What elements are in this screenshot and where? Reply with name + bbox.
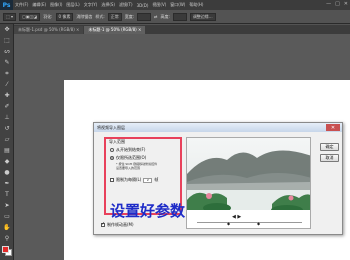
- trim-slider[interactable]: [197, 222, 302, 223]
- ok-button[interactable]: 确定: [320, 143, 339, 151]
- maximize-icon[interactable]: □: [335, 1, 340, 7]
- instruction-caption: 设置好参数: [110, 202, 186, 220]
- move-icon[interactable]: ✥: [2, 25, 12, 34]
- timeline-controls: ◀ ▶ ◆ ◆: [187, 211, 310, 228]
- width-label: 宽度:: [124, 13, 135, 19]
- option-all-frames[interactable]: 从开始到结束(F): [110, 147, 145, 153]
- dialog-close-button[interactable]: ✕: [326, 124, 340, 131]
- width-input[interactable]: [137, 12, 152, 21]
- video-preview: ◀ ▶ ◆ ◆: [186, 137, 311, 229]
- menu-layer[interactable]: 图层(L): [64, 2, 81, 8]
- height-input[interactable]: [172, 12, 187, 21]
- app-logo: Ps: [0, 0, 13, 10]
- pen-icon[interactable]: ✒: [2, 179, 12, 188]
- play-controls[interactable]: ◀ ▶: [232, 214, 241, 220]
- menu-file[interactable]: 文件(F): [13, 2, 30, 8]
- option-selected-range-label: 仅限所选范围(O): [116, 155, 147, 160]
- path-select-icon[interactable]: ➤: [2, 201, 12, 210]
- menu-help[interactable]: 帮助(H): [187, 2, 205, 8]
- dialog-title: 将视频导入图层: [97, 124, 125, 130]
- cancel-button[interactable]: 取消: [320, 154, 339, 162]
- document-tabs: 未标题-1.psd @ 50% (RGB/8) × 未标题-1 @ 50% (R…: [14, 25, 350, 34]
- stamp-icon[interactable]: ⊥: [2, 113, 12, 122]
- limit-frames-checkbox[interactable]: [110, 178, 114, 182]
- limit-frames-label: 限制为每隔(L): [116, 177, 142, 182]
- feather-label: 羽化:: [43, 13, 53, 19]
- limit-frames-input[interactable]: 2: [143, 177, 153, 183]
- close-icon[interactable]: ✕: [344, 1, 348, 7]
- limit-frames-unit: 帧: [154, 177, 159, 182]
- menu-select[interactable]: 选择(S): [99, 2, 117, 8]
- tab-document-1[interactable]: 未标题-1.psd @ 50% (RGB/8) ×: [14, 26, 84, 34]
- limit-frames-row: 限制为每隔(L) 2 帧: [110, 177, 158, 183]
- dialog-title-bar: 将视频导入图层 ✕: [94, 123, 342, 132]
- quick-select-icon[interactable]: ✎: [2, 58, 12, 67]
- feather-input[interactable]: 0 像素: [55, 12, 74, 21]
- toolbox: ✥ ⬚ ᔕ ✎ ⌗ ⁄ ✚ ✐ ⊥ ↺ ▱ ▤ ◆ ● ✒ T ➤ ▭ ✋ ⚲: [0, 24, 14, 260]
- zoom-icon[interactable]: ⚲: [2, 234, 12, 243]
- brush-icon[interactable]: ✐: [2, 102, 12, 111]
- make-animation-checkbox[interactable]: [101, 221, 105, 227]
- refine-edge-button[interactable]: 调整边缘...: [189, 12, 216, 21]
- type-icon[interactable]: T: [2, 190, 12, 199]
- hint-line-2: 设置要导入的范围: [116, 166, 141, 170]
- color-swatches[interactable]: [0, 245, 14, 259]
- antialias-checkbox[interactable]: 消除锯齿: [76, 14, 92, 20]
- make-animation-label: 制作帧动画(M): [107, 222, 134, 227]
- trim-end-handle[interactable]: ◆: [257, 221, 260, 226]
- swap-icon[interactable]: ⇄: [154, 14, 157, 19]
- eraser-icon[interactable]: ▱: [2, 135, 12, 144]
- option-all-frames-label: 从开始到结束(F): [116, 147, 146, 152]
- menu-image[interactable]: 图像(I): [48, 2, 64, 8]
- style-select[interactable]: 正常: [107, 12, 122, 21]
- healing-icon[interactable]: ✚: [2, 91, 12, 100]
- import-range-title: 导入范围: [109, 139, 125, 144]
- menu-edit[interactable]: 编辑(E): [30, 2, 48, 8]
- tool-preset-picker[interactable]: ⬚ ▾: [3, 12, 17, 21]
- menu-bar: Ps 文件(F) 编辑(E) 图像(I) 图层(L) 文字(Y) 选择(S) 滤…: [0, 0, 350, 10]
- height-label: 高度:: [160, 13, 170, 19]
- options-bar: ⬚ ▾ ▢▣◫◪ 羽化: 0 像素 消除锯齿 样式: 正常 宽度: ⇄ 高度: …: [0, 10, 350, 24]
- crop-icon[interactable]: ⌗: [2, 69, 12, 78]
- menu-type[interactable]: 文字(Y): [82, 2, 100, 8]
- make-animation-row: 制作帧动画(M): [101, 221, 134, 228]
- style-label: 样式:: [95, 13, 105, 19]
- tab-document-2[interactable]: 未标题-1 @ 50% (RGB/8) ×: [84, 26, 146, 34]
- radio-selected-range[interactable]: [110, 156, 114, 160]
- lasso-icon[interactable]: ᔕ: [2, 47, 12, 56]
- shape-icon[interactable]: ▭: [2, 212, 12, 221]
- blur-icon[interactable]: ◆: [2, 157, 12, 166]
- marquee-icon[interactable]: ⬚: [2, 36, 12, 45]
- trim-start-handle[interactable]: ◆: [227, 221, 230, 226]
- menu-3d[interactable]: 3D(D): [135, 3, 151, 8]
- dodge-icon[interactable]: ●: [2, 168, 12, 177]
- eyedropper-icon[interactable]: ⁄: [2, 80, 12, 89]
- foreground-color-swatch[interactable]: [2, 246, 9, 253]
- menu-window[interactable]: 窗口(W): [168, 2, 187, 8]
- window-controls: — □ ✕: [326, 1, 348, 7]
- menu-filter[interactable]: 滤镜(T): [117, 2, 135, 8]
- gradient-icon[interactable]: ▤: [2, 146, 12, 155]
- selection-mode-buttons[interactable]: ▢▣◫◪: [19, 12, 41, 21]
- option-selected-range[interactable]: 仅限所选范围(O): [110, 155, 146, 161]
- history-brush-icon[interactable]: ↺: [2, 124, 12, 133]
- radio-all-frames[interactable]: [110, 148, 114, 152]
- hand-icon[interactable]: ✋: [2, 223, 12, 232]
- minimize-icon[interactable]: —: [326, 1, 331, 7]
- menu-view[interactable]: 视图(V): [150, 2, 168, 8]
